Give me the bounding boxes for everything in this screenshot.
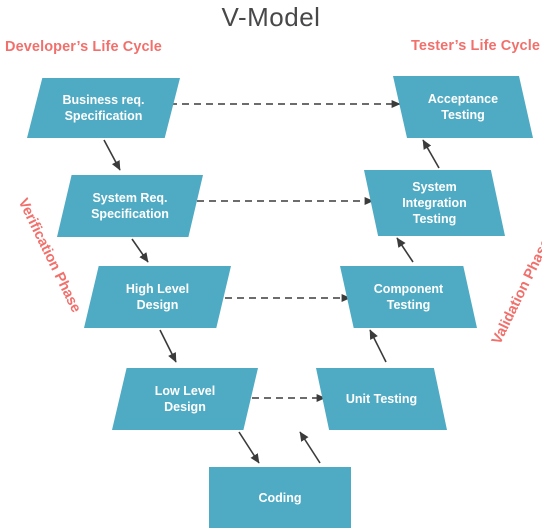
- developer-lifecycle-header: Developer’s Life Cycle: [5, 39, 162, 55]
- node-unit-testing[interactable]: Unit Testing: [316, 368, 447, 430]
- node-component-testing[interactable]: Component Testing: [340, 266, 477, 328]
- arrow-highlevel-to-lowlevel: [159, 329, 177, 363]
- node-acceptance-testing[interactable]: Acceptance Testing: [393, 76, 533, 138]
- arrow-system-to-highlevel: [131, 238, 149, 263]
- node-coding[interactable]: Coding: [209, 467, 351, 528]
- v-model-diagram: V-Model Developer’s Life Cycle Tester’s …: [0, 0, 542, 528]
- node-label: Acceptance Testing: [427, 92, 499, 122]
- arrow-business-to-system: [103, 139, 121, 171]
- validation-phase-label: Validation Phase: [489, 236, 542, 348]
- tester-lifecycle-header: Tester’s Life Cycle: [411, 38, 540, 54]
- node-label: Low Level Design: [154, 384, 216, 414]
- node-business-req-specification[interactable]: Business req. Specification: [27, 78, 180, 138]
- arrow-component-to-system: [396, 237, 414, 263]
- arrow-unit-to-component: [369, 329, 387, 363]
- arrow-system-to-acceptance: [422, 139, 440, 169]
- node-label: System Integration Testing: [402, 180, 467, 226]
- page-title: V-Model: [221, 2, 321, 32]
- node-system-req-specification[interactable]: System Req. Specification: [57, 175, 203, 237]
- node-system-integration-testing[interactable]: System Integration Testing: [364, 170, 505, 236]
- node-label: High Level Design: [125, 282, 190, 312]
- node-label: Unit Testing: [345, 392, 418, 406]
- node-label: Coding: [258, 490, 302, 505]
- node-low-level-design[interactable]: Low Level Design: [112, 368, 258, 430]
- arrow-coding-to-unit: [299, 431, 321, 464]
- node-label: System Req. Specification: [91, 191, 169, 221]
- arrow-lowlevel-to-coding: [238, 431, 260, 464]
- node-label: Component Testing: [373, 282, 444, 312]
- node-label: Business req. Specification: [62, 93, 145, 123]
- node-high-level-design[interactable]: High Level Design: [84, 266, 231, 328]
- dashed-arrow-group: [170, 99, 401, 403]
